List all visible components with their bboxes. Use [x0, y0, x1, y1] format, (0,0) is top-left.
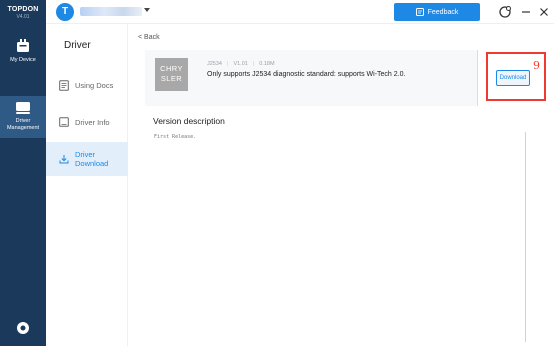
- rail-item-my-device[interactable]: My Device: [0, 38, 46, 74]
- subnav-item-label: Using Docs: [75, 80, 114, 90]
- rail-item-label: Driver Management: [6, 118, 40, 131]
- driver-version: V1.01: [233, 61, 248, 67]
- meta-separator: |: [227, 61, 229, 67]
- minimize-icon[interactable]: [519, 5, 533, 19]
- meta-separator: |: [252, 61, 255, 67]
- download-icon: [59, 155, 69, 164]
- left-rail: TOPDON V4.01 My Device Driver Management: [0, 0, 46, 346]
- info-icon: [59, 117, 69, 127]
- driver-description: Only supports J2534 diagnostic standard:…: [207, 71, 406, 78]
- driver-size: 0.18M: [259, 61, 275, 67]
- subnav-item-driver-download[interactable]: Driver Download: [46, 142, 128, 176]
- back-link[interactable]: < Back: [138, 34, 160, 41]
- brand: TOPDON V4.01: [0, 6, 46, 20]
- subnav-title: Driver: [64, 40, 91, 51]
- rail-item-driver-management[interactable]: Driver Management: [0, 96, 46, 138]
- close-icon[interactable]: [537, 5, 551, 19]
- feedback-button[interactable]: Feedback: [394, 3, 480, 21]
- chevron-down-icon[interactable]: [144, 8, 150, 12]
- device-icon: [17, 39, 29, 52]
- driver-standard: J2534: [207, 61, 222, 67]
- gear-icon[interactable]: [15, 320, 31, 336]
- driver-card: CHRY SLER J2534 | V1.01 | 0.18M Only sup…: [145, 50, 478, 106]
- brand-version: V4.01: [16, 14, 30, 20]
- logo-line-2: SLER: [160, 74, 183, 83]
- top-bar: T Feedback: [46, 0, 554, 24]
- account-name-blurred[interactable]: [80, 7, 142, 16]
- download-highlight: Download 9: [486, 52, 546, 101]
- subnav-item-driver-info[interactable]: Driver Info: [46, 105, 128, 139]
- driver-meta: J2534 | V1.01 | 0.18M: [207, 61, 275, 67]
- feedback-label: Feedback: [427, 8, 459, 16]
- brand-name: TOPDON: [7, 6, 39, 13]
- subnav-item-using-docs[interactable]: Using Docs: [46, 68, 128, 102]
- subnav-item-label: Driver Info: [75, 117, 110, 127]
- scrollbar[interactable]: [525, 132, 526, 342]
- download-button[interactable]: Download: [496, 70, 530, 86]
- subnav-item-label: Driver Download: [75, 150, 109, 168]
- docs-icon: [59, 79, 69, 91]
- step-number: 9: [533, 59, 540, 72]
- rail-item-label: My Device: [10, 57, 36, 63]
- avatar[interactable]: T: [56, 3, 74, 21]
- logo-line-1: CHRY: [160, 64, 183, 73]
- version-description-body: First Release.: [154, 134, 197, 140]
- driver-logo: CHRY SLER: [155, 58, 188, 91]
- help-icon[interactable]: [498, 5, 512, 19]
- sub-navigation: Driver Using Docs Driver Info Driver Dow…: [46, 24, 128, 346]
- feedback-icon: [415, 8, 424, 16]
- version-description-title: Version description: [153, 116, 225, 126]
- driver-management-icon: [16, 102, 30, 114]
